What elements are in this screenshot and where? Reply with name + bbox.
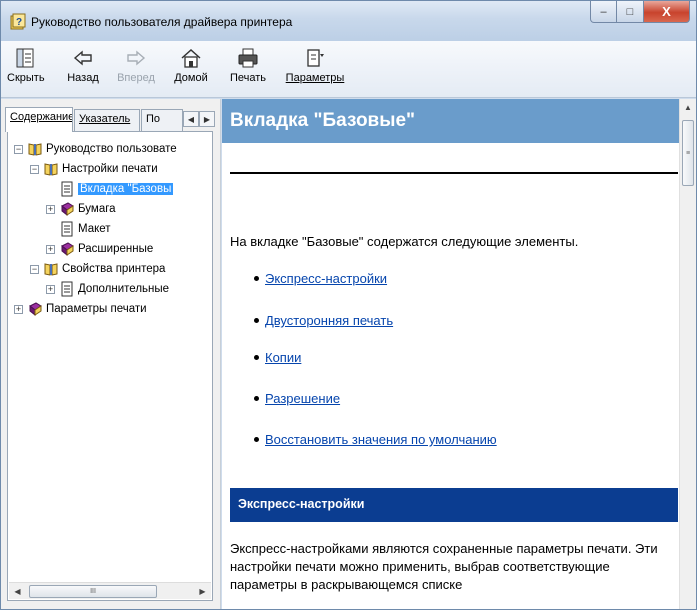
- heading-bar: Вкладка "Базовые": [222, 99, 680, 143]
- tree-horizontal-scrollbar[interactable]: ◀ III ▶: [9, 582, 211, 599]
- closed-book-icon: [29, 302, 42, 317]
- bullet-icon: [254, 355, 259, 360]
- list-item: Разрешение: [254, 391, 340, 406]
- back-label: Назад: [67, 72, 99, 84]
- section-title: Экспресс-настройки: [238, 497, 365, 511]
- expand-icon[interactable]: +: [46, 244, 55, 254]
- scrollbar-thumb[interactable]: ≡: [682, 120, 694, 186]
- minimize-button[interactable]: –: [590, 1, 617, 23]
- navigation-pane: Содержание Указатель По ◀ ▶ − Руководств…: [1, 99, 221, 609]
- list-item: Копии: [254, 350, 301, 365]
- collapse-icon[interactable]: −: [30, 164, 39, 174]
- options-icon: [307, 49, 324, 67]
- tree-node-basic-tab[interactable]: Вкладка "Базовы: [59, 180, 174, 198]
- tree-node-print-settings[interactable]: − Настройки печати: [30, 160, 158, 178]
- content-pane: Вкладка "Базовые" На вкладке "Базовые" с…: [222, 99, 696, 609]
- scroll-up-icon[interactable]: ▲: [680, 99, 696, 116]
- home-label: Домой: [174, 72, 208, 84]
- scroll-right-icon[interactable]: ▶: [194, 583, 211, 600]
- link-resolution[interactable]: Разрешение: [265, 391, 340, 406]
- link-restore-defaults[interactable]: Восстановить значения по умолчанию: [265, 432, 497, 447]
- back-button[interactable]: Назад: [65, 47, 101, 84]
- tab-index[interactable]: Указатель: [74, 109, 140, 131]
- page-icon: [61, 221, 73, 237]
- tree-node-layout[interactable]: Макет: [59, 220, 111, 238]
- hide-button[interactable]: Скрыть: [7, 47, 45, 84]
- link-copies[interactable]: Копии: [265, 350, 301, 365]
- hide-pane-icon: [16, 48, 34, 68]
- tab-contents[interactable]: Содержание: [5, 107, 73, 132]
- link-express-settings[interactable]: Экспресс-настройки: [265, 271, 387, 286]
- closed-book-icon: [61, 202, 74, 217]
- page-icon: [61, 181, 73, 197]
- list-item: Восстановить значения по умолчанию: [254, 432, 497, 447]
- tree-node-additional[interactable]: + Дополнительные: [46, 280, 169, 298]
- title-bar: ? Руководство пользователя драйвера прин…: [1, 1, 696, 41]
- nav-tabs: Содержание Указатель По ◀ ▶: [5, 107, 217, 132]
- tree-node-advanced[interactable]: + Расширенные: [46, 240, 153, 258]
- expand-icon[interactable]: +: [14, 304, 23, 314]
- open-book-icon: [44, 263, 58, 276]
- options-button[interactable]: Параметры: [285, 47, 345, 84]
- back-arrow-icon: [73, 50, 92, 66]
- toolbar: Скрыть Назад Вперед Домой Печать Парамет…: [1, 41, 696, 98]
- list-item: Двусторонняя печать: [254, 313, 393, 328]
- page-icon: [61, 281, 73, 297]
- hide-label: Скрыть: [7, 72, 45, 84]
- content-vertical-scrollbar[interactable]: ▲ ≡: [679, 99, 696, 609]
- tab-scroll-right-icon[interactable]: ▶: [199, 111, 215, 127]
- expand-icon[interactable]: +: [46, 284, 55, 294]
- printer-icon: [238, 48, 258, 68]
- tab-scroll-left-icon[interactable]: ◀: [183, 111, 199, 127]
- expand-icon[interactable]: +: [46, 204, 55, 214]
- help-window: ? Руководство пользователя драйвера прин…: [0, 0, 697, 610]
- help-book-icon: ?: [10, 13, 26, 30]
- print-button[interactable]: Печать: [227, 47, 269, 84]
- tree-node-root[interactable]: − Руководство пользовате: [14, 140, 177, 158]
- tree-node-print-params[interactable]: + Параметры печати: [14, 300, 147, 318]
- tree-node-paper[interactable]: + Бумага: [46, 200, 116, 218]
- section-paragraph: Экспресс-настройками являются сохраненны…: [230, 541, 658, 592]
- bullet-icon: [254, 396, 259, 401]
- collapse-icon[interactable]: −: [14, 144, 23, 154]
- link-duplex[interactable]: Двусторонняя печать: [265, 313, 393, 328]
- tab-search[interactable]: По: [141, 109, 183, 131]
- print-label: Печать: [229, 72, 267, 84]
- window-controls: – □ X: [590, 1, 690, 23]
- horizontal-rule: [230, 172, 678, 174]
- svg-text:?: ?: [16, 17, 22, 28]
- tab-scroll-arrows: ◀ ▶: [183, 111, 215, 127]
- scroll-left-icon[interactable]: ◀: [9, 583, 26, 600]
- close-button[interactable]: X: [644, 1, 690, 23]
- forward-button[interactable]: Вперед: [113, 47, 159, 84]
- bullet-icon: [254, 437, 259, 442]
- maximize-button[interactable]: □: [617, 1, 644, 23]
- forward-label: Вперед: [117, 72, 155, 84]
- open-book-icon: [28, 143, 42, 156]
- closed-book-icon: [61, 242, 74, 257]
- contents-tree: − Руководство пользовате − Настройки печ…: [7, 131, 213, 601]
- home-icon: [181, 48, 201, 68]
- options-label: Параметры: [285, 72, 345, 84]
- bullet-icon: [254, 318, 259, 323]
- window-title: Руководство пользователя драйвера принте…: [31, 15, 293, 29]
- list-item: Экспресс-настройки: [254, 271, 387, 286]
- home-button[interactable]: Домой: [173, 47, 209, 84]
- open-book-icon: [44, 163, 58, 176]
- section-header: Экспресс-настройки: [230, 488, 678, 522]
- intro-text: На вкладке "Базовые" содержатся следующи…: [230, 234, 579, 249]
- tree-node-printer-props[interactable]: − Свойства принтера: [30, 260, 165, 278]
- collapse-icon[interactable]: −: [30, 264, 39, 274]
- scrollbar-thumb[interactable]: III: [29, 585, 157, 598]
- page-title: Вкладка "Базовые": [230, 110, 416, 131]
- bullet-icon: [254, 276, 259, 281]
- forward-arrow-icon: [127, 50, 146, 66]
